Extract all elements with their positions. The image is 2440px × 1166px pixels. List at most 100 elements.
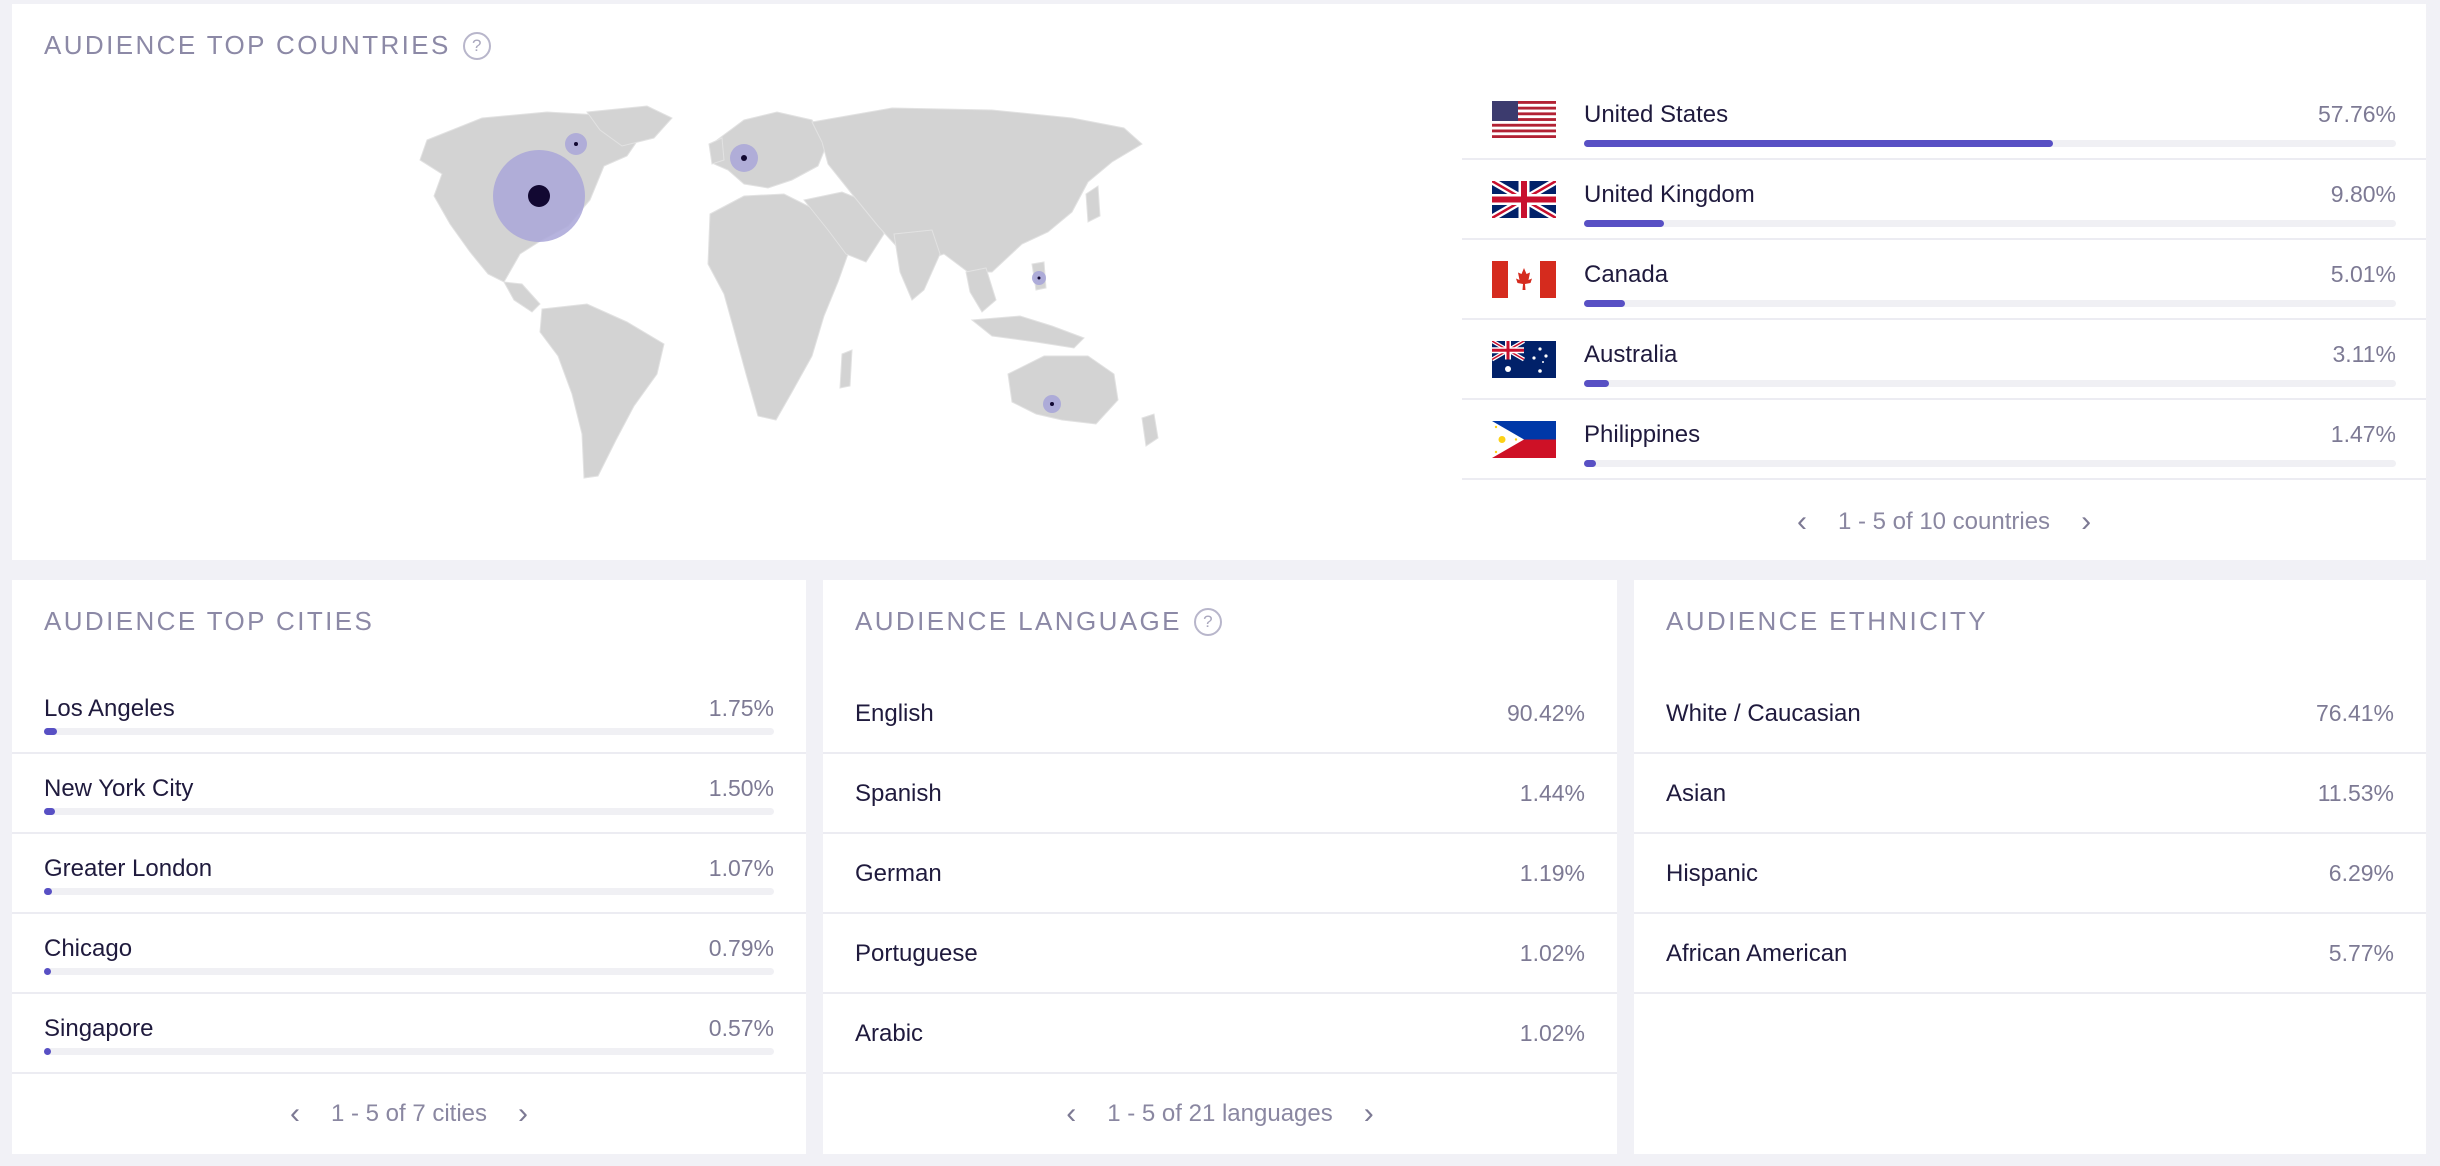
chevron-right-icon[interactable]: › [511, 1097, 535, 1131]
country-bar-fill [1584, 300, 1625, 307]
world-map [372, 104, 1202, 494]
cities-pager: ‹ 1 - 5 of 7 cities › [12, 1094, 806, 1134]
ethnicity-row: Hispanic 6.29% [1634, 834, 2426, 914]
city-list: Los Angeles 1.75% New York City 1.50% Gr… [12, 674, 806, 1074]
languages-pager-text: 1 - 5 of 21 languages [1107, 1100, 1333, 1127]
question-circle-icon[interactable]: ? [462, 31, 491, 60]
language-name: Spanish [855, 780, 942, 807]
city-pct: 1.07% [708, 855, 774, 881]
city-pct: 1.50% [708, 775, 774, 801]
city-bar-fill [44, 808, 55, 815]
country-bar-track [1584, 220, 2396, 227]
country-bar-fill [1584, 460, 1596, 467]
ethnicity-pct: 76.41% [2315, 700, 2394, 726]
country-pct: 9.80% [2330, 181, 2396, 207]
country-row-uk: United Kingdom 9.80% [1462, 160, 2426, 240]
map-uk [708, 137, 725, 165]
map-europe [713, 111, 828, 189]
ethnicity-pct: 11.53% [2317, 780, 2394, 806]
australia-flag-icon [1492, 341, 1556, 378]
world-map-svg [419, 105, 1159, 479]
chevron-left-icon[interactable]: ‹ [1790, 505, 1814, 539]
city-bar-fill [44, 888, 52, 895]
chevron-left-icon[interactable]: ‹ [1059, 1097, 1083, 1131]
country-name: United Kingdom [1584, 181, 1755, 208]
map-madagascar [839, 349, 853, 389]
map-india [893, 229, 941, 301]
map-se-asia [965, 267, 997, 313]
philippines-flag-icon [1492, 421, 1556, 458]
city-bar-fill [44, 1048, 52, 1055]
ethnicity-row: African American 5.77% [1634, 914, 2426, 994]
city-name: Singapore [44, 1015, 154, 1042]
language-title: AUDIENCE LANGUAGE ? [855, 606, 1222, 637]
city-bar-fill [44, 968, 52, 975]
chevron-left-icon[interactable]: ‹ [283, 1097, 307, 1131]
city-name: New York City [44, 775, 194, 802]
us-flag-icon [1492, 101, 1556, 138]
language-pct: 90.42% [1506, 700, 1585, 726]
ethnicity-pct: 5.77% [2328, 940, 2394, 966]
question-circle-icon[interactable]: ? [1193, 607, 1222, 636]
city-row: Greater London 1.07% [12, 834, 806, 914]
language-row: Spanish 1.44% [823, 754, 1617, 834]
language-title-text: AUDIENCE LANGUAGE [855, 606, 1182, 636]
ethnicity-row: White / Caucasian 76.41% [1634, 674, 2426, 754]
city-row: Los Angeles 1.75% [12, 674, 806, 754]
city-bar-track [44, 1048, 774, 1055]
city-name: Los Angeles [44, 695, 175, 722]
ethnicity-name: White / Caucasian [1666, 700, 1861, 727]
top-cities-card: AUDIENCE TOP CITIES Los Angeles 1.75% Ne… [12, 580, 806, 1154]
language-name: Arabic [855, 1020, 924, 1047]
languages-pager: ‹ 1 - 5 of 21 languages › [823, 1094, 1617, 1134]
top-countries-card: AUDIENCE TOP COUNTRIES ? United States 5… [12, 4, 2426, 560]
city-bar-track [44, 968, 774, 975]
city-row: Chicago 0.79% [12, 914, 806, 994]
language-list: English 90.42% Spanish 1.44% German 1.19… [823, 674, 1617, 1074]
chevron-right-icon[interactable]: › [2074, 505, 2098, 539]
top-countries-title: AUDIENCE TOP COUNTRIES ? [44, 30, 491, 61]
language-name: Portuguese [855, 940, 978, 967]
map-bubble-usa-dot [528, 185, 550, 207]
ethnicity-title-text: AUDIENCE ETHNICITY [1666, 606, 1989, 636]
country-row-philippines: Philippines 1.47% [1462, 400, 2426, 480]
language-pct: 1.44% [1519, 780, 1585, 806]
map-new-zealand [1141, 413, 1159, 447]
map-japan [1085, 185, 1101, 223]
city-bar-track [44, 808, 774, 815]
city-name: Chicago [44, 935, 133, 962]
map-central-america [503, 281, 541, 313]
city-bar-track [44, 888, 774, 895]
language-name: English [855, 700, 934, 727]
country-bar-fill [1584, 140, 2053, 147]
language-row: German 1.19% [823, 834, 1617, 914]
ethnicity-list: White / Caucasian 76.41% Asian 11.53% Hi… [1634, 674, 2426, 994]
language-pct: 1.02% [1519, 1020, 1585, 1046]
country-list: United States 57.76% United Kingdom 9.80… [1462, 80, 2426, 480]
country-bar-fill [1584, 220, 1664, 227]
top-cities-title: AUDIENCE TOP CITIES [44, 606, 374, 637]
country-bar-track [1584, 460, 2396, 467]
ethnicity-pct: 6.29% [2328, 860, 2394, 886]
language-row: Portuguese 1.02% [823, 914, 1617, 994]
cities-pager-text: 1 - 5 of 7 cities [330, 1100, 488, 1127]
country-row-us: United States 57.76% [1462, 80, 2426, 160]
city-row: New York City 1.50% [12, 754, 806, 834]
city-pct: 0.57% [708, 1015, 774, 1041]
country-pct: 5.01% [2330, 261, 2396, 287]
city-bar-track [44, 728, 774, 735]
language-card: AUDIENCE LANGUAGE ? English 90.42% Spani… [823, 580, 1617, 1154]
country-pct: 3.11% [2332, 341, 2396, 367]
canada-flag-icon [1492, 261, 1556, 298]
map-indonesia [970, 315, 1085, 349]
top-countries-title-text: AUDIENCE TOP COUNTRIES [44, 30, 451, 60]
country-name: United States [1584, 101, 1729, 128]
uk-flag-icon [1492, 181, 1556, 218]
country-bar-fill [1584, 380, 1610, 387]
top-cities-title-text: AUDIENCE TOP CITIES [44, 606, 375, 636]
chevron-right-icon[interactable]: › [1357, 1097, 1381, 1131]
city-pct: 0.79% [708, 935, 774, 961]
ethnicity-title: AUDIENCE ETHNICITY [1666, 606, 1988, 637]
city-row: Singapore 0.57% [12, 994, 806, 1074]
map-south-america [539, 303, 665, 479]
